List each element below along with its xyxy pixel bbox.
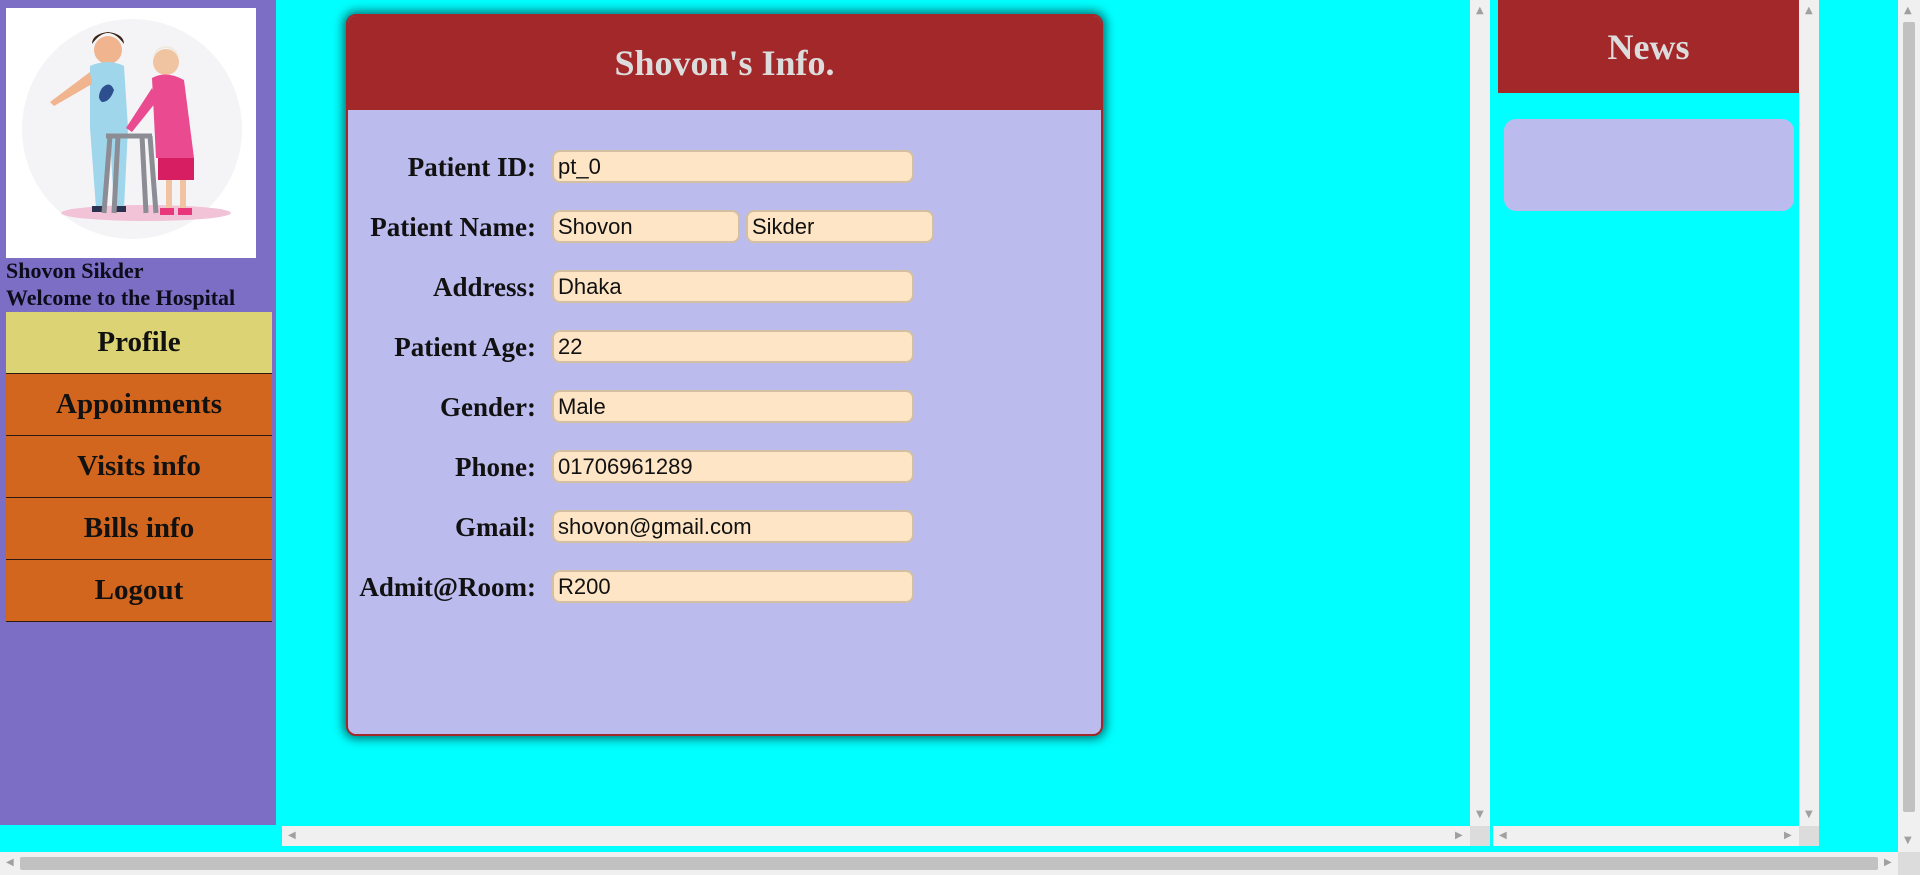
- arrow-left-icon[interactable]: ◀: [288, 831, 296, 841]
- arrow-down-icon[interactable]: ▼: [1904, 836, 1912, 846]
- sidebar: Shovon Sikder Welcome to the Hospital Pr…: [0, 0, 276, 825]
- label-phone: Phone:: [455, 452, 536, 482]
- page-hscroll-thumb[interactable]: [20, 857, 1878, 870]
- main-horizontal-scrollbar[interactable]: ◀ ▶: [282, 826, 1470, 846]
- patient-info-card: Shovon's Info. Patient ID: pt_0 Patient …: [346, 14, 1103, 736]
- label-gmail: Gmail:: [455, 512, 536, 542]
- arrow-down-icon[interactable]: ▼: [1476, 810, 1484, 820]
- label-age: Patient Age:: [394, 332, 536, 362]
- row-patient-name: Patient Name: Shovon Sikder: [348, 210, 1101, 250]
- arrow-left-icon[interactable]: ◀: [6, 858, 14, 868]
- user-name: Shovon Sikder: [6, 258, 144, 283]
- nav-profile[interactable]: Profile: [6, 312, 272, 374]
- row-gmail: Gmail: shovon@gmail.com: [348, 510, 1101, 550]
- label-gender: Gender:: [440, 392, 536, 422]
- label-patient-name: Patient Name:: [370, 212, 536, 242]
- welcome-text: Welcome to the Hospital: [6, 285, 236, 310]
- news-horizontal-scrollbar[interactable]: ◀ ▶: [1493, 826, 1799, 846]
- card-title: Shovon's Info.: [348, 16, 1101, 110]
- row-patient-id: Patient ID: pt_0: [348, 150, 1101, 190]
- arrow-right-icon[interactable]: ▶: [1884, 858, 1892, 868]
- nav-bills-info[interactable]: Bills info: [6, 498, 272, 560]
- nav-logout[interactable]: Logout: [6, 560, 272, 622]
- age-field[interactable]: 22: [552, 330, 914, 363]
- page-horizontal-scrollbar[interactable]: ◀ ▶: [0, 852, 1898, 875]
- scroll-corner: [1799, 826, 1819, 846]
- nav-visits-info[interactable]: Visits info: [6, 436, 272, 498]
- arrow-up-icon[interactable]: ▲: [1805, 6, 1813, 16]
- news-content-box: [1504, 119, 1794, 211]
- row-address: Address: Dhaka: [348, 270, 1101, 310]
- row-room: Admit@Room: R200: [348, 570, 1101, 610]
- first-name-field[interactable]: Shovon: [552, 210, 740, 243]
- nurse-elderly-illustration-icon: [50, 32, 231, 221]
- patient-id-field[interactable]: pt_0: [552, 150, 914, 183]
- arrow-up-icon[interactable]: ▲: [1904, 6, 1912, 16]
- row-gender: Gender: Male: [348, 390, 1101, 430]
- last-name-field[interactable]: Sikder: [746, 210, 934, 243]
- label-room: Admit@Room:: [359, 572, 536, 602]
- scroll-corner: [1470, 826, 1490, 846]
- gmail-field[interactable]: shovon@gmail.com: [552, 510, 914, 543]
- sidebar-nav: Profile Appoinments Visits info Bills in…: [6, 312, 272, 622]
- row-phone: Phone: 01706961289: [348, 450, 1101, 490]
- arrow-left-icon[interactable]: ◀: [1499, 831, 1507, 841]
- avatar: [6, 8, 256, 258]
- label-patient-id: Patient ID:: [407, 152, 536, 182]
- room-field[interactable]: R200: [552, 570, 914, 603]
- arrow-right-icon[interactable]: ▶: [1455, 831, 1463, 841]
- phone-field[interactable]: 01706961289: [552, 450, 914, 483]
- row-age: Patient Age: 22: [348, 330, 1101, 370]
- label-address: Address:: [432, 272, 536, 302]
- gender-field[interactable]: Male: [552, 390, 914, 423]
- arrow-right-icon[interactable]: ▶: [1784, 831, 1792, 841]
- page-vertical-scrollbar[interactable]: ▲ ▼: [1898, 0, 1920, 852]
- arrow-down-icon[interactable]: ▼: [1805, 810, 1813, 820]
- address-field[interactable]: Dhaka: [552, 270, 914, 303]
- main-vertical-scrollbar[interactable]: ▲ ▼: [1470, 0, 1490, 826]
- news-vertical-scrollbar[interactable]: ▲ ▼: [1799, 0, 1819, 826]
- page-vscroll-thumb[interactable]: [1903, 22, 1915, 812]
- arrow-up-icon[interactable]: ▲: [1476, 6, 1484, 16]
- news-frame: News ▲ ▼ ◀ ▶: [1493, 0, 1821, 846]
- nav-appointments[interactable]: Appoinments: [6, 374, 272, 436]
- page-scroll-corner: [1898, 852, 1920, 875]
- news-title: News: [1498, 0, 1799, 93]
